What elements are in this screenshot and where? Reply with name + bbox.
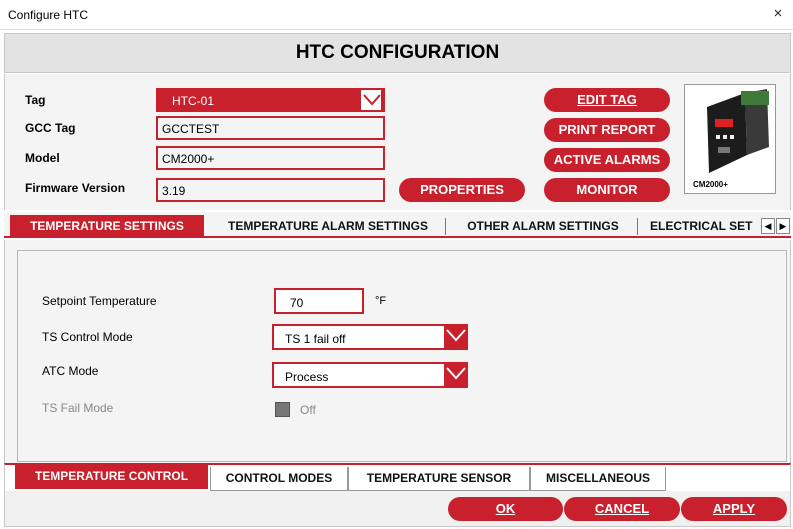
ts-fail-mode-toggle[interactable] <box>275 402 290 417</box>
scroll-left-icon[interactable]: ◀ <box>761 218 775 234</box>
ok-button[interactable]: OK <box>448 497 563 521</box>
firmware-version-label: Firmware Version <box>25 181 126 195</box>
scroll-right-icon[interactable]: ▶ <box>776 218 790 234</box>
tag-select[interactable]: HTC-01 <box>156 88 385 112</box>
settings-content: Setpoint Temperature 70 °F TS Control Mo… <box>4 240 791 463</box>
monitor-button[interactable]: MONITOR <box>544 178 670 202</box>
tab-control-modes[interactable]: CONTROL MODES <box>210 467 348 491</box>
tab-temperature-settings[interactable]: TEMPERATURE SETTINGS <box>10 215 204 238</box>
gcc-tag-field[interactable]: GCCTEST <box>156 116 385 140</box>
ts-control-mode-select[interactable]: TS 1 fail off <box>272 324 468 350</box>
ts-fail-mode-value: Off <box>300 403 316 417</box>
device-picture <box>707 89 769 173</box>
apply-button-label: APPLY <box>712 501 756 516</box>
temperature-unit: °F <box>375 295 387 307</box>
cancel-button-label: CANCEL <box>594 501 650 516</box>
ts-fail-mode-label: TS Fail Mode <box>42 401 114 415</box>
setpoint-temperature-input[interactable]: 70 <box>274 288 364 314</box>
tab-electrical-settings[interactable]: ELECTRICAL SET <box>642 215 760 238</box>
model-field[interactable]: CM2000+ <box>156 146 385 170</box>
settings-tab-strip: TEMPERATURE SETTINGS TEMPERATURE ALARM S… <box>4 212 791 238</box>
edit-tag-button-label: EDIT TAG <box>577 92 637 107</box>
atc-mode-label: ATC Mode <box>42 364 99 378</box>
device-image: CM2000+ <box>684 84 776 194</box>
sub-tab-strip: TEMPERATURE CONTROL CONTROL MODES TEMPER… <box>4 463 791 491</box>
close-icon[interactable]: × <box>769 5 787 23</box>
page-title: HTC CONFIGURATION <box>4 33 791 73</box>
device-model-label: CM2000+ <box>693 180 728 189</box>
chevron-down-icon[interactable] <box>359 88 383 112</box>
gcc-tag-label: GCC Tag <box>25 121 76 135</box>
chevron-down-icon[interactable] <box>444 362 468 388</box>
apply-button[interactable]: APPLY <box>681 497 787 521</box>
properties-button[interactable]: PROPERTIES <box>399 178 525 202</box>
title-bar: Configure HTC × <box>0 0 793 30</box>
tab-temperature-control[interactable]: TEMPERATURE CONTROL <box>15 463 208 489</box>
ts-control-mode-label: TS Control Mode <box>42 330 133 344</box>
firmware-version-field[interactable]: 3.19 <box>156 178 385 202</box>
dialog-footer: OK CANCEL APPLY <box>4 491 791 527</box>
settings-group: Setpoint Temperature 70 °F TS Control Mo… <box>17 250 787 462</box>
print-report-button[interactable]: PRINT REPORT <box>544 118 670 142</box>
atc-mode-value: Process <box>285 370 329 384</box>
window-title: Configure HTC <box>8 8 89 22</box>
active-alarms-button[interactable]: ACTIVE ALARMS <box>544 148 670 172</box>
model-label: Model <box>25 151 60 165</box>
ts-control-mode-value: TS 1 fail off <box>285 332 346 346</box>
tab-divider <box>637 218 638 235</box>
tab-temperature-sensor[interactable]: TEMPERATURE SENSOR <box>348 467 530 491</box>
tab-miscellaneous[interactable]: MISCELLANEOUS <box>530 467 666 491</box>
cancel-button[interactable]: CANCEL <box>564 497 680 521</box>
chevron-down-icon[interactable] <box>444 324 468 350</box>
edit-tag-button[interactable]: EDIT TAG <box>544 88 670 112</box>
tab-other-alarm-settings[interactable]: OTHER ALARM SETTINGS <box>450 215 636 238</box>
tab-temperature-alarm-settings[interactable]: TEMPERATURE ALARM SETTINGS <box>212 215 444 238</box>
tag-panel: Tag HTC-01 GCC Tag GCCTEST Model CM2000+… <box>4 74 791 210</box>
tag-label: Tag <box>25 93 46 107</box>
ok-button-label: OK <box>495 501 516 516</box>
setpoint-temperature-label: Setpoint Temperature <box>42 294 157 308</box>
tag-value: HTC-01 <box>172 94 215 108</box>
tab-divider <box>445 218 446 235</box>
atc-mode-select[interactable]: Process <box>272 362 468 388</box>
